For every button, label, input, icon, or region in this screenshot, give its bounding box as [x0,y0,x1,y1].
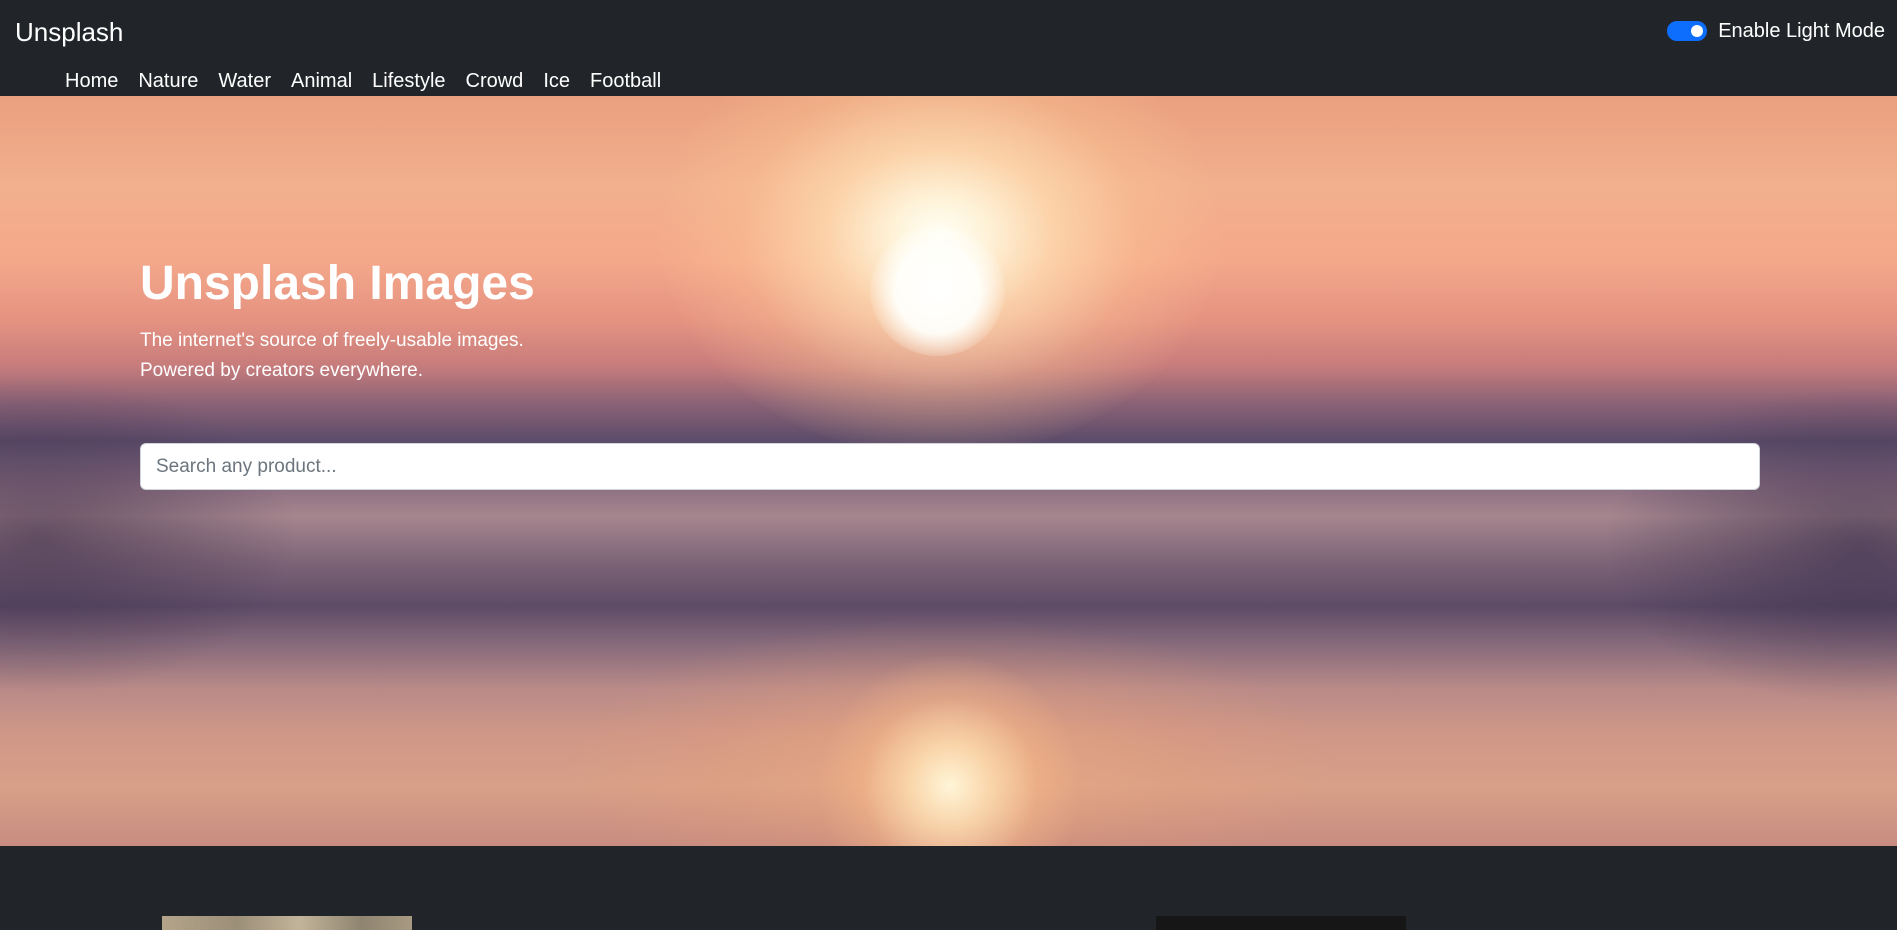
image-gallery [0,846,1897,930]
nav-link-crowd[interactable]: Crowd [456,69,534,93]
hero-background-reflection [820,656,1080,846]
hero-background-sun [870,226,1005,356]
hero-background-sun-glow [660,96,1220,456]
hero-subtitle-line-1: The internet's source of freely-usable i… [140,330,524,351]
page-title: Unsplash Images [140,257,535,310]
hero-background-shade-right [1600,386,1897,706]
nav-link-ice[interactable]: Ice [533,69,580,93]
hero-background-reflection-wide [560,616,1340,846]
nav-link-nature[interactable]: Nature [128,69,208,93]
nav-link-home[interactable]: Home [57,69,128,93]
hero-banner: Unsplash Images The internet's source of… [0,96,1897,846]
light-mode-label[interactable]: Enable Light Mode [1718,19,1885,43]
switch-knob [1691,25,1704,37]
nav-link-water[interactable]: Water [208,69,281,93]
hero-subtitle-line-2: Powered by creators everywhere. [140,360,424,381]
nav-link-lifestyle[interactable]: Lifestyle [362,69,455,93]
search-input[interactable] [140,443,1760,490]
hero-subtitle: The internet's source of freely-usable i… [140,326,524,386]
brand-link[interactable]: Unsplash [15,16,123,48]
hero-background-shade-left [0,376,300,696]
gallery-image-thumbnail[interactable] [1156,916,1406,930]
nav-link-animal[interactable]: Animal [281,69,362,93]
navbar: Unsplash Home Nature Water Animal Lifest… [0,0,1897,96]
nav-link-football[interactable]: Football [580,69,671,93]
gallery-image-thumbnail[interactable] [162,916,412,930]
light-mode-switch[interactable] [1667,21,1708,41]
light-mode-toggle: Enable Light Mode [1667,19,1885,43]
nav-links: Home Nature Water Animal Lifestyle Crowd… [57,69,671,93]
